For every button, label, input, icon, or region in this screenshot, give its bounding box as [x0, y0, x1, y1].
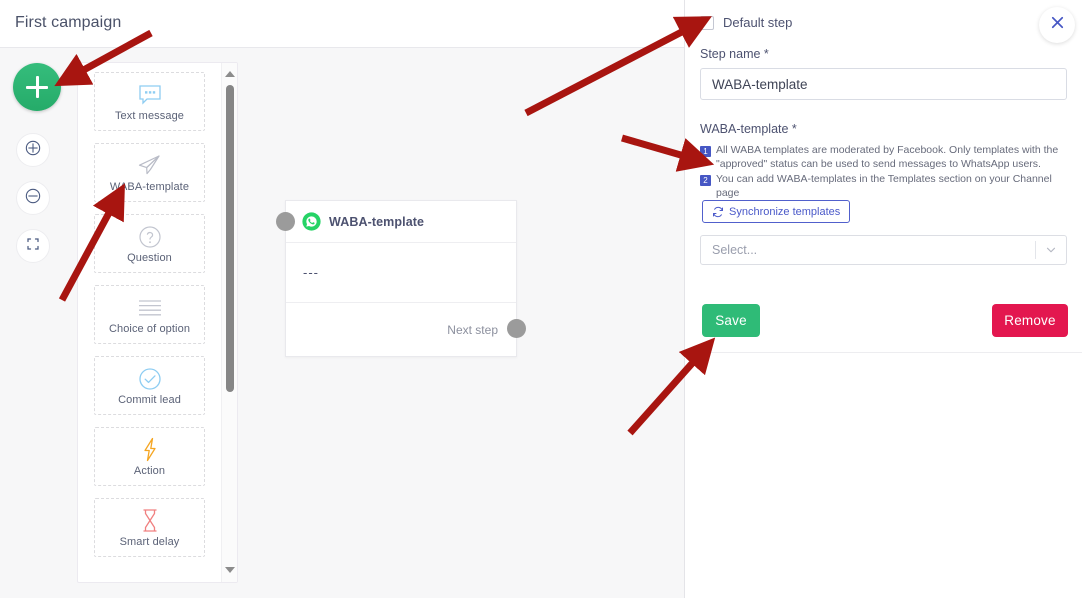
- palette-item-choice-of-option[interactable]: Choice of option: [94, 285, 205, 344]
- palette-scrollbar[interactable]: [221, 63, 237, 582]
- hourglass-icon: [138, 508, 162, 534]
- default-step-label: Default step: [723, 15, 793, 30]
- palette-item-commit-lead[interactable]: Commit lead: [94, 356, 205, 415]
- fit-to-screen-button[interactable]: [16, 229, 50, 263]
- close-icon: [1048, 13, 1067, 37]
- palette-item-text-message[interactable]: Text message: [94, 72, 205, 131]
- palette-item-label: Choice of option: [108, 322, 191, 335]
- node-output-port[interactable]: [507, 319, 526, 338]
- note-badge: 2: [700, 175, 711, 186]
- palette-item-smart-delay[interactable]: Smart delay: [94, 498, 205, 557]
- lightning-bolt-icon: [138, 437, 162, 463]
- palette-item-label: WABA-template: [109, 180, 190, 193]
- app-header: First campaign: [0, 0, 685, 48]
- page-title: First campaign: [15, 14, 122, 31]
- scroll-up-arrow-icon[interactable]: [225, 71, 235, 77]
- node-title: WABA-template: [329, 214, 425, 229]
- save-button[interactable]: Save: [702, 304, 760, 337]
- palette-item-question[interactable]: Question: [94, 214, 205, 273]
- palette-item-action[interactable]: Action: [94, 427, 205, 486]
- flow-node-waba-template[interactable]: WABA-template --- Next step: [276, 200, 526, 357]
- scroll-down-arrow-icon[interactable]: [225, 567, 235, 573]
- zoom-in-button[interactable]: [16, 133, 50, 167]
- palette-item-label: Smart delay: [119, 535, 180, 548]
- fullscreen-corners-icon: [23, 234, 43, 259]
- plus-circle-icon: [23, 138, 43, 163]
- palette-item-label: Action: [133, 464, 166, 477]
- step-name-label: Step name *: [700, 47, 769, 61]
- minus-circle-icon: [23, 186, 43, 211]
- select-placeholder: Select...: [712, 243, 758, 257]
- waba-template-select[interactable]: Select...: [700, 235, 1067, 265]
- node-body-text: ---: [286, 243, 516, 303]
- note-item: 1 All WABA templates are moderated by Fa…: [700, 144, 1068, 171]
- list-lines-icon: [135, 295, 165, 321]
- node-next-step-label: Next step: [447, 322, 498, 337]
- question-circle-icon: [137, 224, 163, 250]
- scrollbar-thumb[interactable]: [226, 85, 234, 392]
- node-header: WABA-template: [286, 201, 516, 243]
- remove-button[interactable]: Remove: [992, 304, 1068, 337]
- note-text: All WABA templates are moderated by Face…: [716, 144, 1059, 170]
- palette-item-label: Text message: [114, 109, 185, 122]
- add-step-button[interactable]: [13, 63, 61, 111]
- note-badge: 1: [700, 146, 711, 157]
- step-settings-form: Default step Step name * WABA-template *…: [685, 0, 1082, 353]
- chevron-down-icon[interactable]: [1036, 243, 1066, 257]
- close-panel-button[interactable]: [1039, 7, 1075, 43]
- zoom-out-button[interactable]: [16, 181, 50, 215]
- note-text: You can add WABA-templates in the Templa…: [716, 173, 1052, 199]
- node-input-port[interactable]: [276, 212, 295, 231]
- step-type-palette: Text message WABA-template Question Choi…: [77, 62, 238, 583]
- note-item: 2 You can add WABA-templates in the Temp…: [700, 173, 1068, 200]
- waba-info-notes: 1 All WABA templates are moderated by Fa…: [700, 144, 1068, 202]
- paper-plane-icon: [136, 153, 163, 179]
- palette-item-list: Text message WABA-template Question Choi…: [78, 63, 237, 569]
- default-step-checkbox[interactable]: [700, 15, 714, 30]
- default-step-checkbox-row[interactable]: Default step: [700, 15, 792, 30]
- refresh-icon: [712, 206, 724, 218]
- synchronize-templates-label: Synchronize templates: [729, 205, 841, 218]
- whatsapp-icon: [302, 212, 321, 231]
- step-name-input[interactable]: [700, 68, 1067, 100]
- speech-bubble-icon: [136, 82, 164, 108]
- campaign-flow-builder: First campaign WABA-template --- Next st…: [0, 0, 1082, 598]
- check-circle-icon: [137, 366, 163, 392]
- palette-item-waba-template[interactable]: WABA-template: [94, 143, 205, 202]
- waba-template-label: WABA-template *: [700, 122, 797, 136]
- palette-item-label: Question: [127, 251, 172, 264]
- synchronize-templates-button[interactable]: Synchronize templates: [702, 200, 851, 223]
- palette-item-label: Commit lead: [118, 393, 181, 406]
- step-settings-panel: Default step Step name * WABA-template *…: [685, 0, 1082, 598]
